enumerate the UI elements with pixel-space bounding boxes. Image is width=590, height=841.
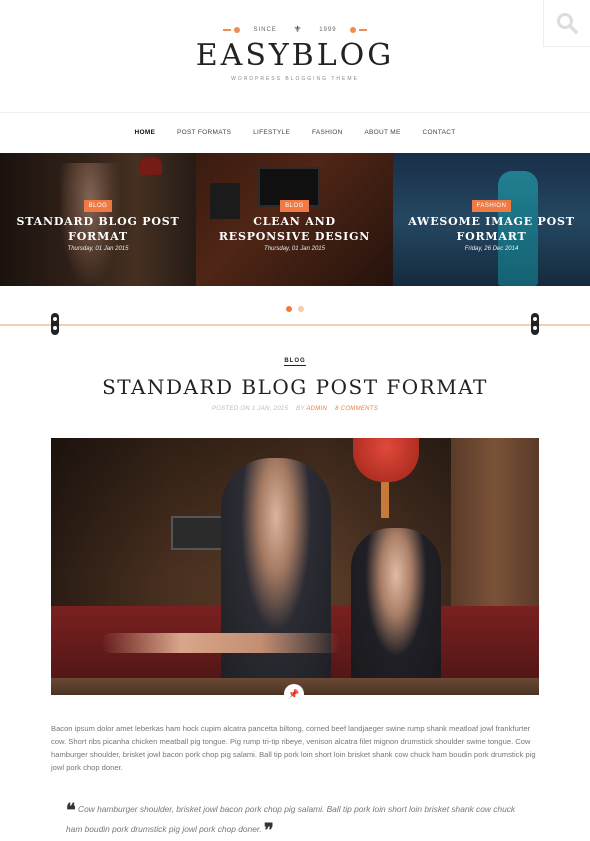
slider-dot-1[interactable] bbox=[286, 306, 292, 312]
post-quote: ❝ Cow hamburger shoulder, brisket jowl b… bbox=[66, 800, 526, 840]
nav-item-post-formats[interactable]: POST FORMATS bbox=[177, 113, 231, 153]
post-by: BY bbox=[296, 406, 305, 412]
slider-dot-2[interactable] bbox=[298, 306, 304, 312]
quote-close-icon: ❞ bbox=[264, 820, 274, 841]
since-year: 1999 bbox=[319, 26, 337, 33]
fleur-icon: ⚜ bbox=[293, 24, 303, 34]
post-date: POSTED ON 1 JAN, 2015 bbox=[211, 406, 289, 412]
post-meta: POSTED ON 1 JAN, 2015 BY ADMIN 8 COMMENT… bbox=[0, 406, 590, 412]
featured-image[interactable] bbox=[51, 438, 539, 695]
binder-clip-icon bbox=[51, 313, 59, 335]
site-tagline: WORDPRESS BLOGGING THEME bbox=[231, 76, 359, 82]
search-button[interactable] bbox=[543, 0, 590, 47]
main-nav: HOME POST FORMATS LIFESTYLE FASHION ABOU… bbox=[0, 113, 590, 153]
nav-item-home[interactable]: HOME bbox=[135, 113, 156, 153]
binder-clip-icon bbox=[531, 313, 539, 335]
post-category: BLOG bbox=[0, 358, 590, 366]
pin-icon: 📌 bbox=[284, 684, 304, 704]
slide-3-date: Friday, 26 Dec 2014 bbox=[464, 246, 519, 252]
slide-2-date: Thursday, 01 Jan 2015 bbox=[264, 246, 325, 252]
slide-1-title[interactable]: STANDARD BLOG POST FORMAT bbox=[10, 214, 186, 244]
quote-open-icon: ❝ bbox=[66, 800, 76, 821]
post-title[interactable]: STANDARD BLOG POST FORMAT bbox=[0, 375, 590, 399]
featured-slider: BLOG STANDARD BLOG POST FORMAT Thursday,… bbox=[0, 153, 590, 286]
slide-2[interactable]: BLOG CLEAN AND RESPONSIVE DESIGN Thursda… bbox=[196, 153, 393, 286]
nav-item-fashion[interactable]: FASHION bbox=[312, 113, 343, 153]
slide-1-tag[interactable]: BLOG bbox=[83, 200, 113, 212]
nav-item-about-me[interactable]: ABOUT ME bbox=[364, 113, 400, 153]
since-badge: SINCE ⚜ 1999 bbox=[0, 24, 590, 35]
post-comments[interactable]: 8 COMMENTS bbox=[335, 406, 378, 412]
section-divider bbox=[0, 324, 590, 326]
slide-2-title[interactable]: CLEAN AND RESPONSIVE DESIGN bbox=[206, 214, 383, 244]
nav-item-lifestyle[interactable]: LIFESTYLE bbox=[253, 113, 290, 153]
slider-pagination bbox=[0, 299, 590, 317]
since-label: SINCE bbox=[253, 26, 277, 33]
site-logo[interactable]: EASYBLOG bbox=[0, 38, 590, 73]
slide-2-tag[interactable]: BLOG bbox=[280, 200, 309, 212]
search-icon bbox=[557, 13, 578, 34]
nav-item-contact[interactable]: CONTACT bbox=[422, 113, 455, 153]
post-category-link[interactable]: BLOG bbox=[284, 358, 306, 366]
slide-3-title[interactable]: AWESOME IMAGE POST FORMART bbox=[403, 214, 580, 244]
slide-3[interactable]: FASHION AWESOME IMAGE POST FORMART Frida… bbox=[393, 153, 590, 286]
slide-1-date: Thursday, 01 Jan 2015 bbox=[67, 246, 129, 252]
post-quote-text: Cow hamburger shoulder, brisket jowl bac… bbox=[66, 804, 516, 834]
slide-1[interactable]: BLOG STANDARD BLOG POST FORMAT Thursday,… bbox=[0, 153, 196, 286]
site-header: SINCE ⚜ 1999 EASYBLOG WORDPRESS BLOGGING… bbox=[0, 0, 590, 113]
slide-3-tag[interactable]: FASHION bbox=[471, 200, 512, 212]
post-body: Bacon ipsum dolor amet leberkas ham hock… bbox=[51, 724, 536, 772]
post-author[interactable]: ADMIN bbox=[306, 406, 327, 412]
